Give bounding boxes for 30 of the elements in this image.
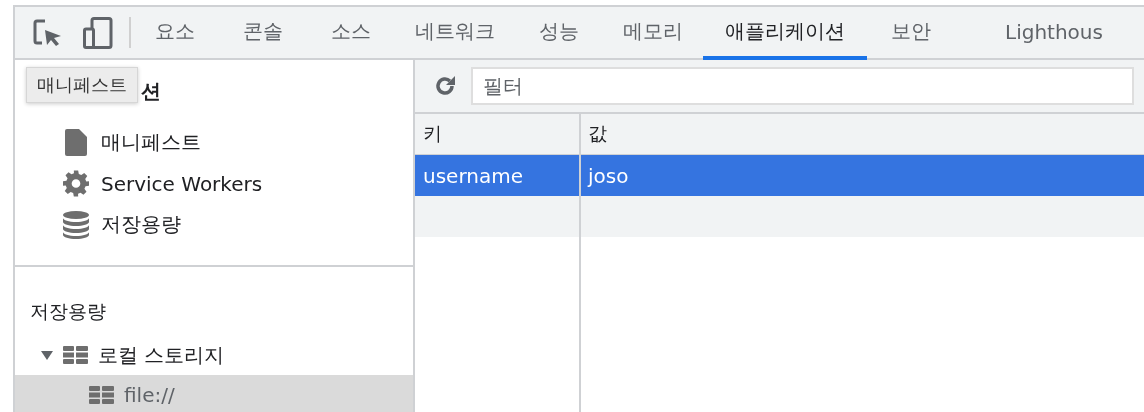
device-toolbar-icon[interactable]	[83, 16, 113, 49]
tab[interactable]: 요소	[131, 7, 219, 60]
table-cell[interactable]: joso	[580, 155, 1144, 196]
inspect-element-icon[interactable]	[33, 18, 63, 47]
table-cell[interactable]: username	[415, 155, 580, 196]
grid-icon	[63, 346, 88, 364]
refresh-icon[interactable]	[433, 74, 457, 98]
file-icon	[65, 129, 87, 156]
tooltip: 매니페스트	[26, 67, 138, 103]
tab[interactable]: 성능	[515, 7, 603, 60]
tab[interactable]: 메모리	[603, 7, 703, 60]
column-header[interactable]: 값	[580, 114, 1144, 155]
tab[interactable]: 소스	[307, 7, 395, 60]
tree-item[interactable]: file://	[15, 375, 413, 412]
sidebar-item[interactable]: 저장용량	[15, 204, 413, 245]
grid-icon	[89, 386, 114, 404]
sidebar-item[interactable]: Service Workers	[15, 163, 413, 204]
tree-item[interactable]: 로컬 스토리지	[15, 335, 413, 375]
gear-icon	[63, 170, 89, 197]
section-heading: 저장용량	[30, 299, 106, 324]
sidebar-item[interactable]: 매니페스트	[15, 122, 413, 163]
filter-field[interactable]: 필터	[471, 67, 1134, 105]
column-header[interactable]: 키	[415, 114, 580, 155]
tab[interactable]: 보안	[867, 7, 955, 60]
section-heading: 션	[141, 77, 161, 105]
tab[interactable]: Lighthous	[985, 7, 1123, 60]
database-icon	[63, 210, 89, 239]
expand-triangle-icon[interactable]	[41, 350, 53, 360]
tab[interactable]: 콘솔	[219, 7, 307, 60]
tab[interactable]: 네트워크	[395, 7, 515, 60]
